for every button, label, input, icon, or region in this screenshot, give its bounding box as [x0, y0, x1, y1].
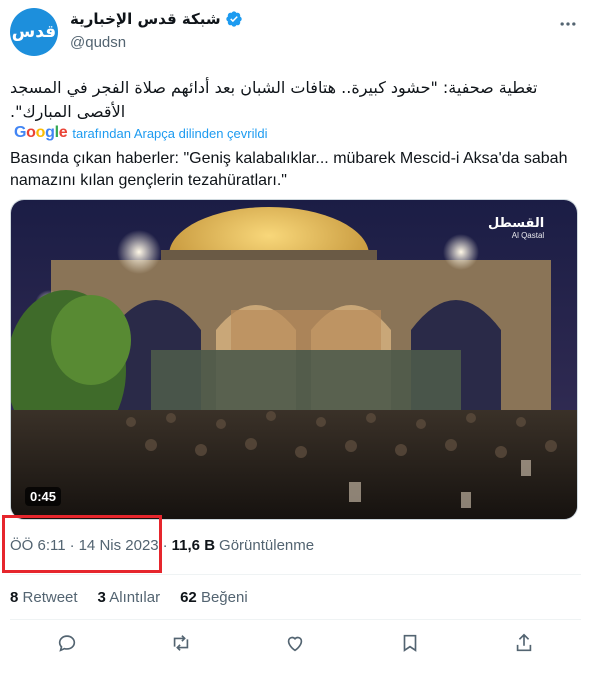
retweet-icon[interactable] [164, 626, 198, 660]
translation-note[interactable]: tarafından Arapça dilinden çevrildi [72, 126, 267, 141]
divider [10, 619, 581, 620]
share-icon[interactable] [507, 626, 541, 660]
reply-icon[interactable] [50, 626, 84, 660]
bookmark-icon[interactable] [393, 626, 427, 660]
author-name-row: شبكة قدس الإخبارية [70, 10, 243, 28]
tweet-stats: 8 Retweet 3 Alıntılar 62 Beğeni [10, 589, 248, 606]
tweet-actions [10, 626, 581, 660]
like-icon[interactable] [278, 626, 312, 660]
tweet-video[interactable] [10, 199, 578, 520]
likes-stat[interactable]: 62 Beğeni [180, 589, 248, 606]
highlight-box [2, 515, 162, 573]
display-name[interactable]: شبكة قدس الإخبارية [70, 10, 221, 28]
divider [10, 574, 581, 575]
translation-notice[interactable]: Google tarafından Arapça dilinden çevril… [14, 124, 268, 142]
video-duration: 0:45 [25, 487, 62, 506]
watermark-english: Al Qastal [511, 231, 545, 240]
video-thumbnail [11, 200, 577, 519]
retweets-stat[interactable]: 8 Retweet [10, 589, 78, 606]
verified-badge-icon [225, 11, 242, 27]
video-watermark: القسطل Al Qastal [488, 216, 544, 240]
meta-separator: · [162, 537, 168, 554]
views-label: Görüntülenme [219, 537, 315, 554]
google-logo-icon: Google [14, 124, 68, 141]
watermark-arabic: القسطل [488, 216, 545, 231]
avatar[interactable]: قدس [10, 8, 58, 56]
quotes-stat[interactable]: 3 Alıntılar [98, 589, 161, 606]
tweet-translated-text: Basında çıkan haberler: "Geniş kalabalık… [10, 150, 568, 189]
more-options-icon[interactable] [556, 12, 580, 36]
author-handle[interactable]: @qudsn [70, 34, 126, 51]
views-count: 11,6 B [171, 537, 216, 554]
tweet-original-text: تغطية صحفية: "حشود كبيرة.. هتافات الشبان… [10, 78, 538, 121]
